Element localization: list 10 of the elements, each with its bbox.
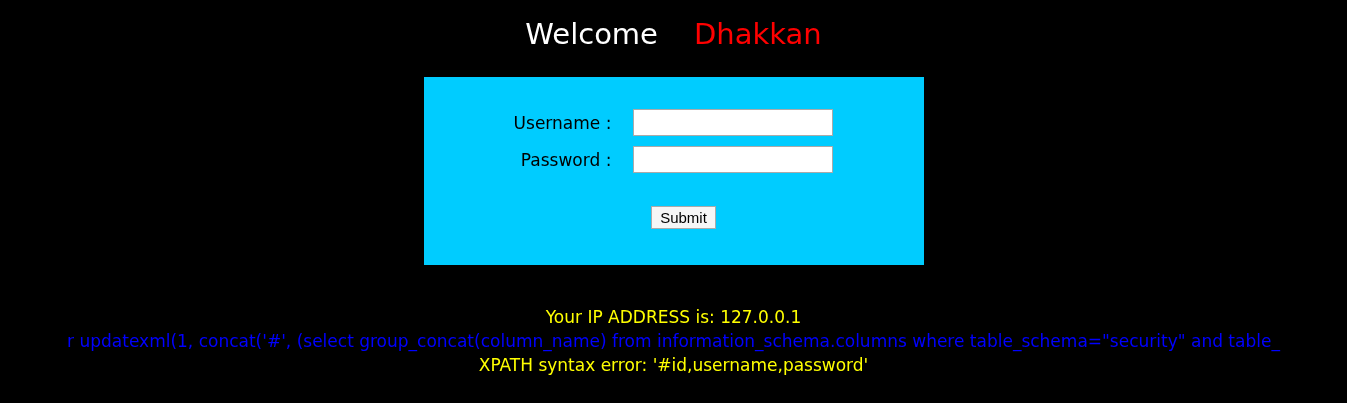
ip-address-text: Your IP ADDRESS is: 127.0.0.1 (545, 306, 802, 329)
input-field[interactable] (633, 146, 834, 173)
query-text: r updatexml(1, concat('#', (select group_concat(column_name) from information_schema.columns where table_schema="security" and table_ (67, 330, 1280, 353)
error-text: XPATH syntax error: '#id,username,password' (478, 354, 869, 377)
input-field[interactable] (633, 109, 834, 136)
field-label: Username : (513, 112, 612, 133)
user-name: Dhakkan (693, 17, 822, 51)
welcome-text: Welcome (525, 17, 658, 51)
submit-button[interactable]: Submit (651, 206, 716, 229)
field-label: Password : (520, 149, 612, 170)
